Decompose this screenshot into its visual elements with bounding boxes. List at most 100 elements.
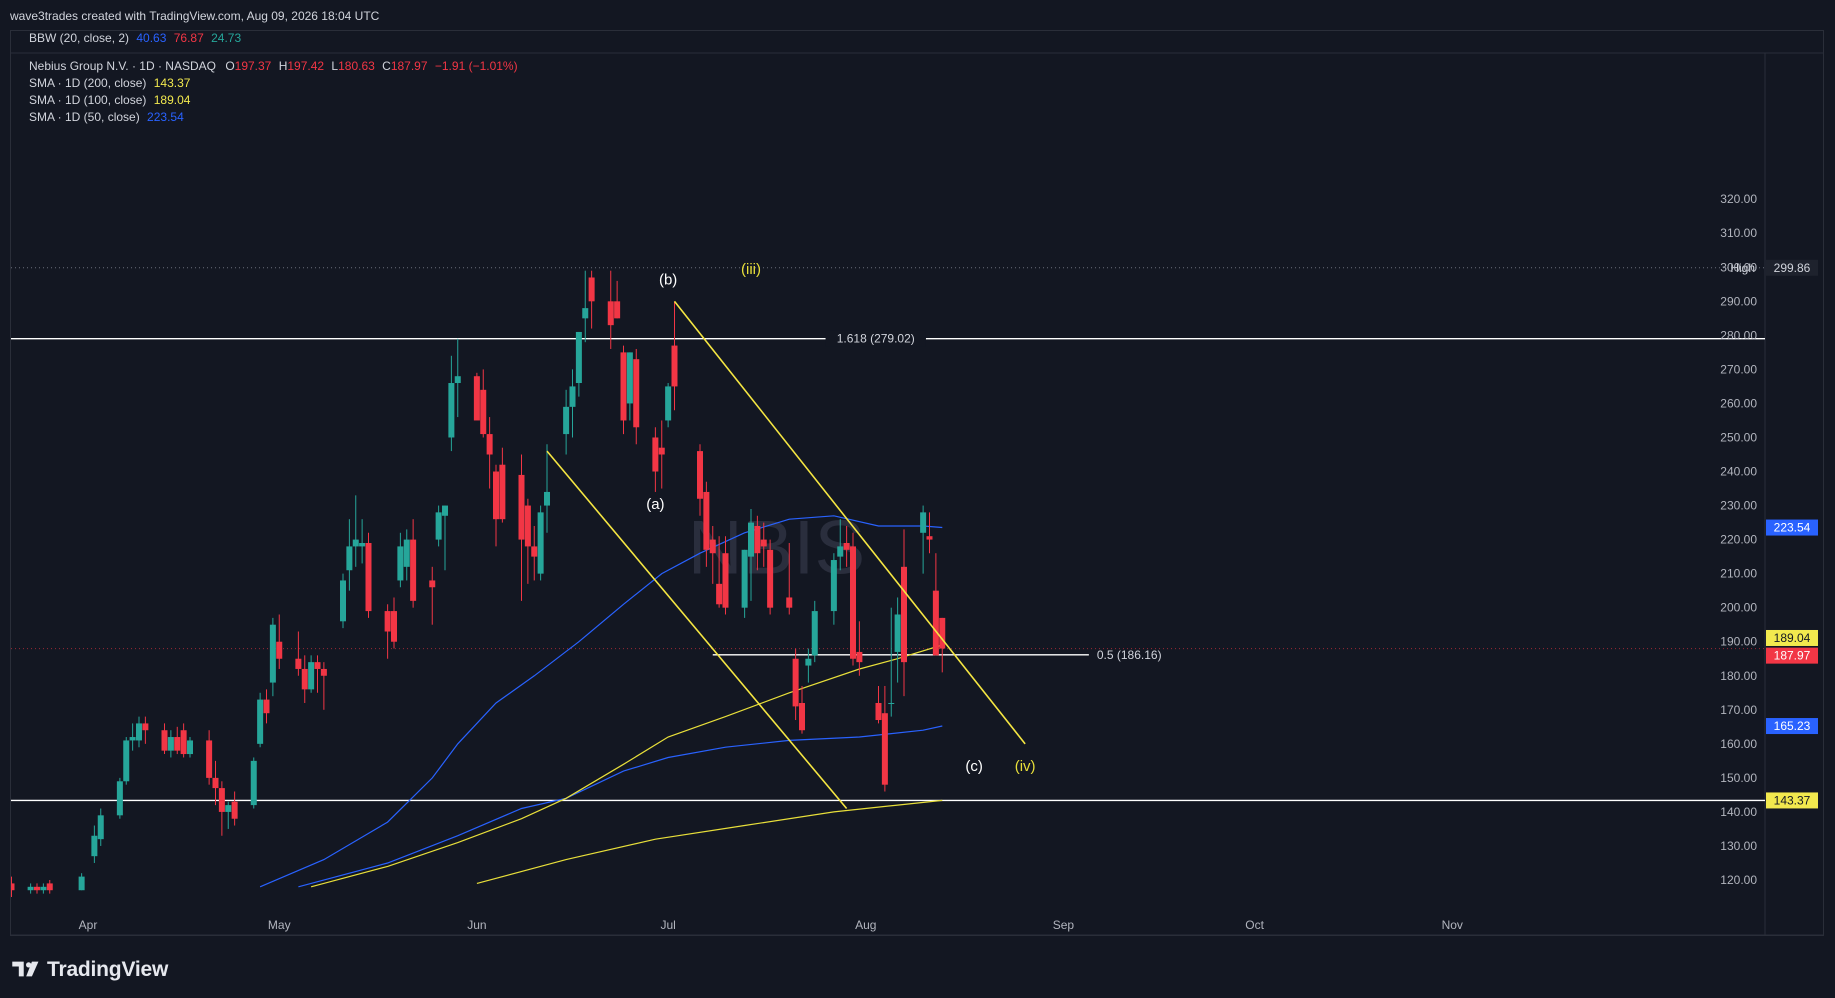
candle-up (346, 546, 353, 571)
candle-down (11, 883, 15, 891)
candle-up (569, 386, 576, 407)
candle-down (767, 549, 774, 608)
time-scale[interactable]: Apr May Jun Jul Aug Sep Oct Nov (79, 918, 1463, 932)
candle-down (180, 730, 187, 755)
y-tick-label: 250.00 (1720, 430, 1757, 444)
candle-down (633, 359, 640, 428)
price-tags-layer: 299.86 223.54 189.04 187.97 165.23 143.37 (1766, 259, 1818, 809)
y-tick-label: 270.00 (1720, 362, 1757, 376)
top-caption-bar: wave3trades created with TradingView.com… (0, 0, 1835, 28)
candle-down (486, 434, 493, 455)
y-tick-label: 290.00 (1720, 294, 1757, 308)
price-tag: 143.37 (1774, 793, 1811, 807)
chart-pane[interactable]: NBIS 1.618 (279.02) 0.5 (186.16) High (b)(… (10, 30, 1824, 936)
candle-down (320, 668, 327, 676)
candle-down (671, 345, 678, 387)
candle-down (531, 546, 538, 557)
price-tag: 187.97 (1774, 649, 1811, 663)
candle-down (384, 611, 391, 632)
candle-down (875, 702, 882, 721)
y-tick-label: 140.00 (1720, 805, 1757, 819)
candle-up (352, 539, 359, 547)
candle-up (837, 546, 844, 557)
ohlc-open: 197.37 (234, 59, 272, 73)
wave-label: (iv) (1015, 758, 1036, 775)
ohlc-close-label: C (382, 59, 391, 73)
sma-50-legend[interactable]: SMA · 1D (50, close) 223.54 (29, 110, 188, 124)
candle-up (116, 781, 123, 816)
sma-200-line (310, 644, 943, 888)
candle-down (709, 539, 716, 554)
ohlc-close: 187.97 (390, 59, 428, 73)
candle-up (308, 662, 315, 690)
candle-up (91, 835, 98, 857)
tradingview-logo[interactable]: TradingView (12, 958, 168, 982)
candle-up (575, 331, 582, 384)
candle-down (614, 301, 621, 319)
sma-100-legend[interactable]: SMA · 1D (100, close) 189.04 (29, 93, 194, 107)
candle-up (97, 815, 104, 840)
candle-up (920, 512, 927, 533)
bbw-value-2: 76.87 (173, 31, 204, 45)
candle-up (40, 886, 47, 891)
x-tick-label: Oct (1245, 918, 1264, 932)
candle-up (269, 624, 276, 683)
sma-200-value: 143.37 (153, 76, 191, 90)
candle-down (231, 801, 238, 819)
candle-down (843, 543, 850, 550)
candle-up (888, 702, 895, 704)
candle-down (760, 539, 767, 547)
candle-down (276, 641, 283, 659)
x-tick-label: Jun (467, 918, 486, 932)
level-label: 0.5 (186.16) (1097, 648, 1162, 662)
y-tick-label: 260.00 (1720, 396, 1757, 410)
candle-up (435, 512, 442, 540)
candle-up (544, 491, 550, 506)
candle-up (811, 611, 818, 656)
y-tick-label: 150.00 (1720, 771, 1757, 785)
x-tick-label: Jul (660, 918, 675, 932)
sma-50-label: SMA · 1D (50, close) (29, 110, 140, 124)
sma-200-legend[interactable]: SMA · 1D (200, close) 143.37 (29, 76, 194, 90)
wave-label: (a) (646, 496, 664, 513)
candle-up (225, 805, 232, 812)
sma-200-label: SMA · 1D (200, close) (29, 76, 147, 90)
candle-down (607, 301, 614, 326)
tradingview-logo-text: TradingView (47, 958, 169, 981)
candle-down (161, 730, 168, 751)
symbol-legend[interactable]: Nebius Group N.V. · 1D · NASDAQ O197.37 … (29, 59, 522, 73)
wave-label: (b) (659, 271, 677, 288)
candle-down (365, 543, 372, 612)
candle-down (620, 352, 627, 421)
y-tick-label: 210.00 (1720, 567, 1757, 581)
price-scale[interactable]: 120.00 130.00 140.00 150.00 160.00 170.00 180.… (1720, 192, 1757, 887)
y-tick-label: 280.00 (1720, 328, 1757, 342)
bbw-legend[interactable]: BBW (20, close, 2) 40.63 76.87 24.73 (29, 31, 245, 45)
y-tick-label: 180.00 (1720, 669, 1757, 683)
candle-down (926, 536, 933, 540)
candle-up (27, 886, 34, 891)
candle-up (123, 740, 130, 782)
candle-down (939, 617, 946, 649)
horizontal-lines-layer: 1.618 (279.02)0.5 (186.16)High (11, 261, 1765, 802)
candle-down (391, 611, 397, 642)
price-change: −1.91 (−1.01%) (434, 59, 518, 73)
bbw-label: BBW (20, close, 2) (29, 31, 130, 45)
y-tick-label: 310.00 (1720, 226, 1757, 240)
y-tick-label: 320.00 (1720, 192, 1757, 206)
candle-down (480, 389, 487, 435)
price-tag: 223.54 (1774, 521, 1811, 535)
y-tick-label: 200.00 (1720, 601, 1757, 615)
candle-down (218, 788, 225, 812)
price-tag: 165.23 (1774, 719, 1811, 733)
candle-up (397, 546, 404, 581)
price-chart[interactable]: NBIS 1.618 (279.02)0.5 (186.16)High (b)(… (11, 31, 1823, 935)
candle-down (295, 658, 302, 669)
candle-up (250, 760, 257, 806)
candle-up (442, 505, 448, 516)
candle-down (722, 553, 729, 608)
candle-down (473, 376, 480, 421)
candle-down (524, 505, 531, 547)
candle-down (799, 702, 805, 731)
candle-down (263, 699, 270, 714)
